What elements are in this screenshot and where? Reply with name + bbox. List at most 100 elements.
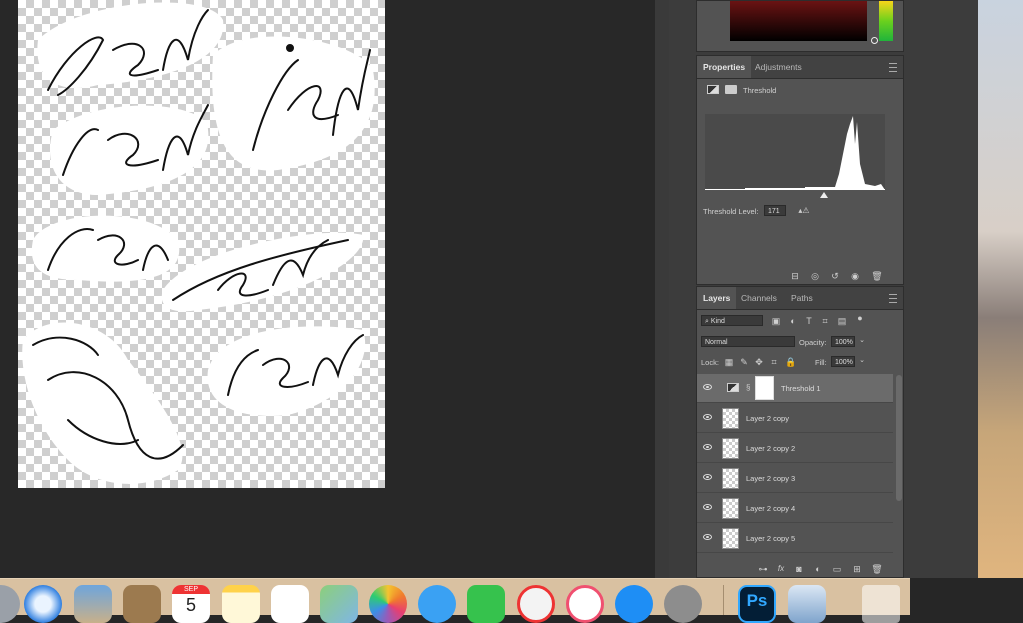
new-layer-icon[interactable]: ⊞ (851, 564, 863, 574)
layer-row[interactable]: Layer 2 copy 4 (697, 494, 893, 523)
calendar-month: SEP (172, 585, 210, 594)
filter-kind-value: Kind (710, 318, 725, 325)
maps-icon[interactable] (320, 585, 358, 623)
filter-pixel-icon[interactable]: ▣ (771, 316, 781, 326)
opacity-label: Opacity: (799, 338, 827, 347)
preview-icon[interactable] (788, 585, 826, 623)
warning-icon[interactable]: ▴⚠ (795, 206, 813, 216)
new-group-icon[interactable]: ▭ (831, 564, 843, 574)
filter-adjustment-icon[interactable]: ◐ (788, 316, 798, 326)
threshold-adjustment-icon (707, 85, 719, 94)
music-icon[interactable] (566, 585, 604, 623)
hue-slider[interactable] (879, 1, 893, 41)
system-preferences-icon[interactable] (664, 585, 702, 623)
notes-icon[interactable] (222, 585, 260, 623)
blend-mode-select[interactable]: Normal (701, 336, 795, 347)
calendar-day: 5 (185, 595, 196, 615)
photoshop-icon[interactable]: Ps (738, 585, 776, 623)
layers-tabs: Layers Channels Paths (697, 287, 903, 310)
threshold-level-input[interactable]: 171 (764, 205, 786, 216)
dock-divider (723, 585, 724, 615)
layer-row[interactable]: Layer 2 copy 2 (697, 434, 893, 463)
tab-paths[interactable]: Paths (785, 287, 819, 309)
threshold-layer-icon (727, 383, 739, 392)
lock-all-icon[interactable]: 🔒 (785, 357, 796, 367)
panel-menu-icon[interactable] (889, 63, 897, 72)
news-icon[interactable] (517, 585, 555, 623)
lock-image-icon[interactable]: ✎ (739, 357, 749, 367)
fill-dropdown-icon[interactable]: ⌄ (857, 356, 867, 366)
canvas-scrollbar[interactable] (655, 0, 669, 578)
layers-menu-icon[interactable] (889, 294, 897, 303)
eye-icon[interactable] (703, 474, 712, 480)
layer-filter-select[interactable]: ⌕ Kind (701, 315, 763, 326)
lock-artboard-icon[interactable]: ⌗ (769, 357, 779, 367)
filter-type-icon[interactable]: T (804, 316, 814, 326)
trash-icon[interactable] (862, 585, 900, 623)
panels-dock: Properties Adjustments Threshold Thresho… (669, 0, 978, 578)
color-field[interactable] (730, 1, 867, 41)
layers-scrollbar[interactable] (896, 375, 902, 501)
chain-link-icon[interactable]: § (746, 383, 750, 392)
lock-label: Lock: (701, 358, 719, 367)
filter-smart-object-icon[interactable]: ▤ (837, 316, 847, 326)
delete-layer-icon[interactable]: 🗑 (871, 564, 883, 574)
delete-icon[interactable]: 🗑 (871, 271, 883, 281)
layer-style-icon[interactable]: fx (775, 564, 787, 574)
layers-list: § Threshold 1 Layer 2 copy Layer 2 copy … (697, 374, 893, 560)
filter-toggle-icon[interactable]: ● (855, 313, 865, 323)
clip-to-layer-icon[interactable]: ⊟ (789, 271, 801, 281)
tab-layers[interactable]: Layers (697, 287, 737, 309)
app-store-icon[interactable] (615, 585, 653, 623)
fill-label: Fill: (815, 358, 827, 367)
layer-name: Layer 2 copy 3 (746, 474, 796, 483)
filter-shape-icon[interactable]: ⌗ (820, 316, 830, 326)
histogram-graph (705, 114, 885, 190)
layer-row[interactable]: Layer 2 copy 5 (697, 524, 893, 553)
calendar-icon[interactable]: SEP 5 (172, 585, 210, 623)
mail-icon[interactable] (74, 585, 112, 623)
threshold-slider-handle[interactable] (820, 192, 828, 198)
lock-position-icon[interactable]: ✥ (754, 357, 764, 367)
layer-row[interactable]: Layer 2 copy (697, 404, 893, 433)
eye-icon[interactable] (703, 534, 712, 540)
reset-icon[interactable]: ↺ (829, 271, 841, 281)
tab-adjustments[interactable]: Adjustments (749, 56, 808, 78)
facetime-icon[interactable] (467, 585, 505, 623)
color-picker-handle[interactable] (871, 37, 878, 44)
tab-channels[interactable]: Channels (735, 287, 783, 309)
lock-transparent-icon[interactable]: ▦ (724, 357, 734, 367)
visibility-eye-icon[interactable]: ◉ (849, 271, 861, 281)
add-mask-icon[interactable]: ◙ (793, 564, 805, 574)
mask-icon[interactable] (725, 85, 737, 94)
opacity-dropdown-icon[interactable]: ⌄ (857, 336, 867, 346)
reminders-icon[interactable] (271, 585, 309, 623)
layer-thumbnail (722, 528, 739, 549)
eye-icon[interactable] (703, 504, 712, 510)
layers-panel: Layers Channels Paths ⌕ Kind ▣ ◐ T ⌗ ▤ ●… (696, 286, 904, 578)
launchpad-icon[interactable] (0, 585, 20, 623)
eye-icon[interactable] (703, 384, 712, 390)
fill-input[interactable]: 100% (831, 356, 855, 367)
layer-name: Layer 2 copy 4 (746, 504, 796, 513)
contacts-icon[interactable] (123, 585, 161, 623)
layer-thumbnail (722, 498, 739, 519)
messages-icon[interactable] (418, 585, 456, 623)
new-adjustment-icon[interactable]: ◐ (812, 564, 824, 574)
eye-icon[interactable] (703, 444, 712, 450)
canvas-workspace[interactable] (0, 0, 655, 578)
layer-name: Layer 2 copy 5 (746, 534, 796, 543)
photos-icon[interactable] (369, 585, 407, 623)
layer-row-threshold[interactable]: § Threshold 1 (697, 374, 893, 403)
link-layers-icon[interactable]: ⊶ (757, 564, 769, 574)
tab-properties[interactable]: Properties (697, 56, 752, 78)
document-canvas[interactable] (18, 0, 385, 488)
threshold-histogram (705, 114, 885, 190)
layer-thumbnail (722, 408, 739, 429)
view-previous-icon[interactable]: ◎ (809, 271, 821, 281)
eye-icon[interactable] (703, 414, 712, 420)
safari-icon[interactable] (24, 585, 62, 623)
layer-mask-thumbnail[interactable] (755, 376, 774, 400)
layer-row[interactable]: Layer 2 copy 3 (697, 464, 893, 493)
opacity-input[interactable]: 100% (831, 336, 855, 347)
